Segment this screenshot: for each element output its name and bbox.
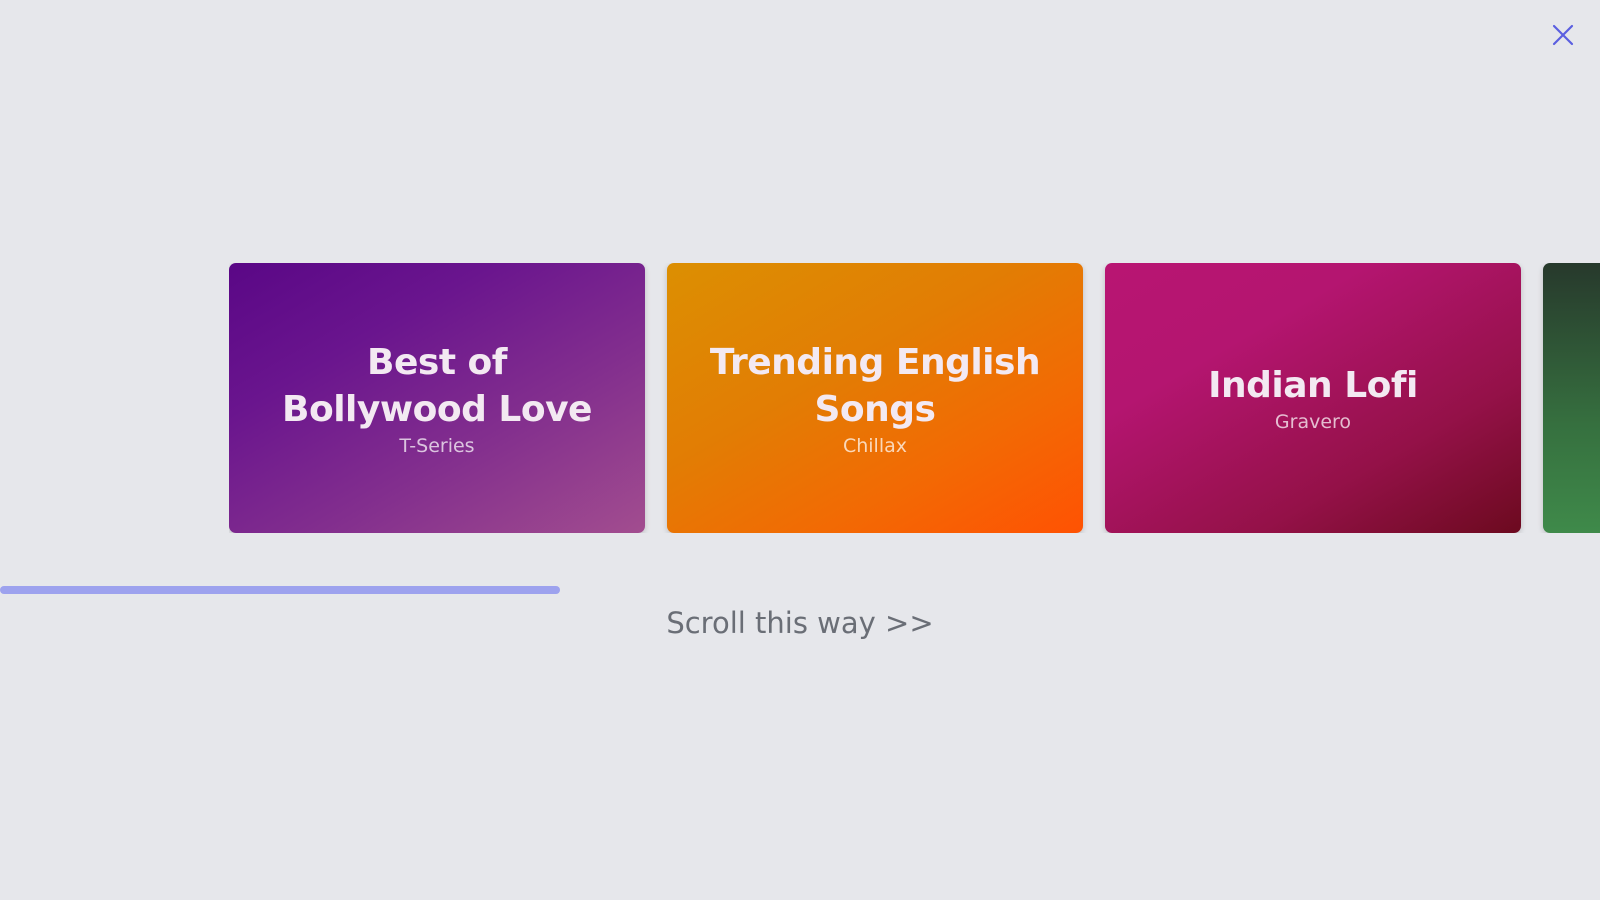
scroll-hint: Scroll this way >> xyxy=(0,606,1600,640)
playlist-card[interactable]: Indian Lofi Gravero xyxy=(1105,263,1521,533)
playlist-artist: Gravero xyxy=(1274,411,1352,433)
playlist-title: Trending English Songs xyxy=(709,341,1041,430)
playlist-artist: T-Series xyxy=(399,434,475,457)
scroll-progress-bar[interactable] xyxy=(0,586,560,594)
playlist-title: Indian Lofi xyxy=(1208,365,1418,406)
playlist-overlay: Best of Bollywood Love T-Series Trending… xyxy=(0,0,1600,900)
playlist-card[interactable]: Best of Bollywood Love T-Series xyxy=(229,263,645,533)
playlist-artist: Chillax xyxy=(842,434,908,457)
scroll-hint-text: Scroll this way >> xyxy=(666,606,934,640)
playlist-carousel[interactable]: Best of Bollywood Love T-Series Trending… xyxy=(229,263,1600,533)
playlist-card[interactable]: Trending English Songs Chillax xyxy=(667,263,1083,533)
close-icon xyxy=(1552,24,1574,46)
playlist-card[interactable] xyxy=(1543,263,1600,533)
close-button[interactable] xyxy=(1550,22,1576,48)
playlist-title: Best of Bollywood Love xyxy=(282,341,592,430)
